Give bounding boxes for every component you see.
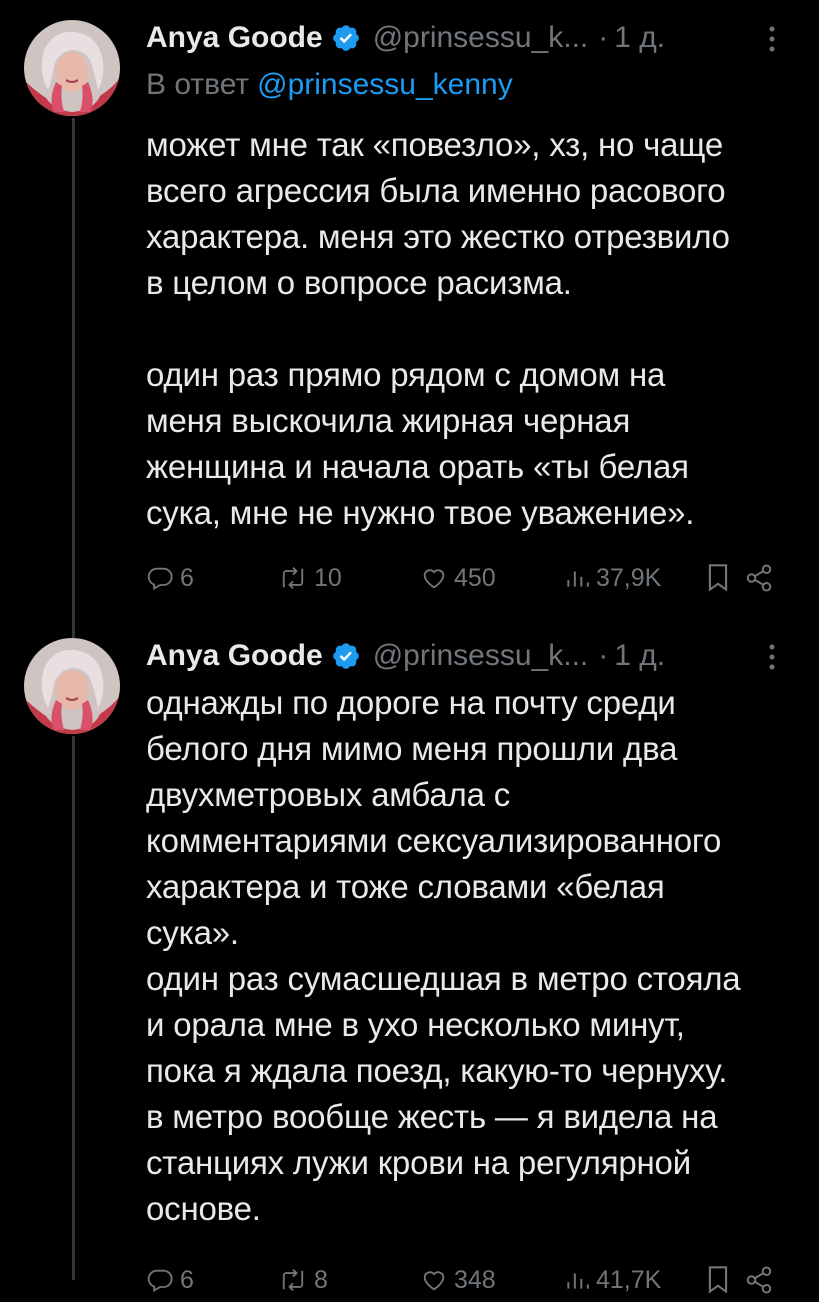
bookmark-icon[interactable] [706,1265,730,1302]
reply-button[interactable]: 6 [146,558,194,598]
reply-icon [146,1266,174,1294]
views-icon [564,564,590,592]
verified-badge-icon [331,641,361,671]
tweet-text: однажды по дороге на почту среди белого … [146,684,741,1227]
views-icon [564,1266,590,1294]
avatar[interactable] [24,638,120,734]
repost-count: 8 [314,1265,328,1294]
tweet-time[interactable]: 1 д. [614,21,665,55]
reply-to-prefix: В ответ [146,68,250,101]
separator: · [598,21,609,54]
like-count: 450 [454,563,496,592]
author-name[interactable]: Anya Goode [146,21,323,55]
reply-to-mention[interactable]: @prinsessu_kenny [257,68,513,101]
views-button[interactable]: 41,7K [564,1260,661,1300]
views-count: 41,7K [596,1265,662,1294]
tweet-time[interactable]: 1 д. [614,639,665,673]
verified-badge-icon [331,23,361,53]
views-count: 37,9K [596,563,662,592]
reply-count: 6 [180,563,194,592]
share-icon[interactable] [744,1265,774,1302]
reply-to-line: В ответ @prinsessu_kenny [146,68,513,102]
like-icon [420,564,448,592]
tweet-header: Anya Goode @prinsessu_k... · 1 д. [146,18,665,58]
like-button[interactable]: 348 [420,1260,496,1300]
tweet-actions: 6 10 450 37,9K [146,558,786,598]
repost-icon [278,1266,308,1294]
author-name[interactable]: Anya Goode [146,639,323,673]
more-vertical-icon[interactable] [762,24,782,54]
tweet[interactable]: Anya Goode @prinsessu_k... · 1 д. однажд… [0,620,819,1294]
reply-button[interactable]: 6 [146,1260,194,1300]
repost-count: 10 [314,563,342,592]
repost-button[interactable]: 10 [278,558,342,598]
tweet-actions: 6 8 348 41,7K [146,1260,786,1300]
reply-icon [146,564,174,592]
bookmark-icon[interactable] [706,563,730,600]
like-icon [420,1266,448,1294]
tweet-header: Anya Goode @prinsessu_k... · 1 д. [146,636,665,676]
author-handle[interactable]: @prinsessu_k... [373,21,589,55]
like-count: 348 [454,1265,496,1294]
more-vertical-icon[interactable] [762,642,782,672]
tweet-text: может мне так «повезло», хз, но чаще все… [146,126,730,531]
like-button[interactable]: 450 [420,558,496,598]
repost-icon [278,564,308,592]
separator: · [598,639,609,672]
share-icon[interactable] [744,563,774,600]
avatar[interactable] [24,20,120,116]
reply-count: 6 [180,1265,194,1294]
tweet[interactable]: Anya Goode @prinsessu_k... · 1 д. В отве… [0,0,819,620]
repost-button[interactable]: 8 [278,1260,328,1300]
author-handle[interactable]: @prinsessu_k... [373,639,589,673]
views-button[interactable]: 37,9K [564,558,661,598]
